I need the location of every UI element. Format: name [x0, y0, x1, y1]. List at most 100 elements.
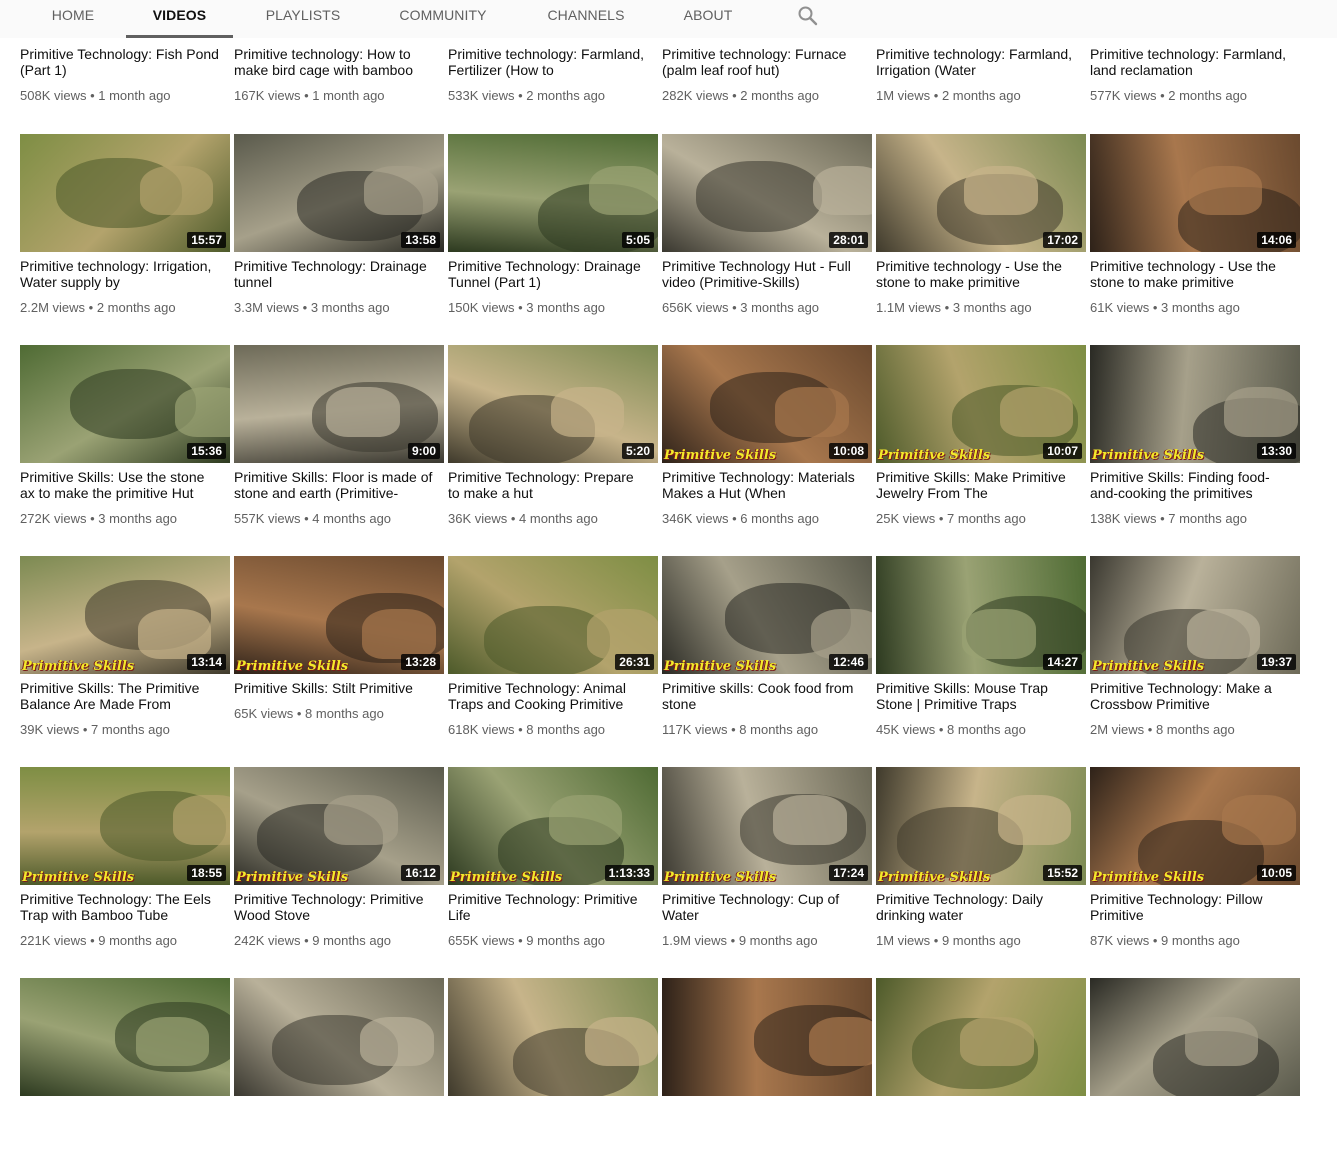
tab-home[interactable]: HOME: [44, 0, 102, 35]
video-thumbnail[interactable]: Primitive Skills 12:46: [662, 556, 872, 674]
video-card[interactable]: 15:57 Primitive technology: Irrigation, W…: [20, 134, 230, 324]
video-title[interactable]: Primitive technology: Farmland, Fertiliz…: [448, 46, 648, 78]
tab-playlists[interactable]: PLAYLISTS: [258, 0, 348, 35]
view-count: 25K views: [876, 511, 936, 526]
video-card[interactable]: Primitive Skills 10:07 Primitive Skills: M…: [876, 345, 1086, 535]
video-card[interactable]: 17:02 Primitive technology - Use the ston…: [876, 134, 1086, 324]
video-thumbnail[interactable]: Primitive Skills 10:07: [876, 345, 1086, 463]
video-title[interactable]: Primitive Skills: Floor is made of stone…: [234, 469, 434, 501]
video-title[interactable]: Primitive Technology: Daily drinking wat…: [876, 891, 1076, 923]
video-thumbnail[interactable]: 15:36: [20, 345, 230, 463]
video-card[interactable]: 13:58 Primitive Technology: Drainage tunn…: [234, 134, 444, 324]
video-title[interactable]: Primitive Technology: Cup of Water: [662, 891, 862, 923]
video-card[interactable]: 5:20 Primitive Technology: Prepare to mak…: [448, 345, 658, 535]
video-thumbnail[interactable]: 26:31: [448, 556, 658, 674]
video-title[interactable]: Primitive technology: Farmland, land rec…: [1090, 46, 1290, 78]
video-thumbnail[interactable]: 9:00: [234, 345, 444, 463]
video-card[interactable]: [1090, 978, 1300, 1168]
video-thumbnail[interactable]: Primitive Skills 18:55: [20, 767, 230, 885]
video-thumbnail[interactable]: 5:05: [448, 134, 658, 252]
video-card[interactable]: [234, 978, 444, 1168]
video-title[interactable]: Primitive Technology: Pillow Primitive: [1090, 891, 1290, 923]
tab-channels[interactable]: CHANNELS: [540, 0, 632, 35]
video-card[interactable]: Primitive Skills 13:30 Primitive Skills: F…: [1090, 345, 1300, 535]
video-thumbnail[interactable]: Primitive Skills 10:08: [662, 345, 872, 463]
video-card[interactable]: [662, 978, 872, 1168]
video-thumbnail[interactable]: 14:06: [1090, 134, 1300, 252]
video-thumbnail[interactable]: [448, 978, 658, 1096]
video-card[interactable]: 15:36 Primitive Skills: Use the stone ax …: [20, 345, 230, 535]
video-thumbnail[interactable]: [876, 978, 1086, 1096]
video-card[interactable]: Primitive Skills 12:46 Primitive skills: C…: [662, 556, 872, 746]
search-icon[interactable]: [796, 4, 820, 28]
video-thumbnail[interactable]: 14:27: [876, 556, 1086, 674]
video-thumbnail[interactable]: Primitive Skills 16:12: [234, 767, 444, 885]
video-title[interactable]: Primitive Technology: Prepare to make a …: [448, 469, 648, 501]
video-title[interactable]: Primitive technology: How to make bird c…: [234, 46, 434, 78]
tab-community[interactable]: COMMUNITY: [393, 0, 493, 35]
video-thumbnail[interactable]: 13:58: [234, 134, 444, 252]
video-title[interactable]: Primitive Skills: Mouse Trap Stone | Pri…: [876, 680, 1076, 712]
video-card[interactable]: 5:05 Primitive Technology: Drainage Tunne…: [448, 134, 658, 324]
video-thumbnail[interactable]: 17:02: [876, 134, 1086, 252]
video-thumbnail[interactable]: Primitive Skills 13:28: [234, 556, 444, 674]
video-card[interactable]: Primitive Skills 10:05 Primitive Technolog…: [1090, 767, 1300, 957]
video-card[interactable]: 28:01 Primitive Technology Hut - Full vid…: [662, 134, 872, 324]
video-title[interactable]: Primitive Technology: Primitive Life: [448, 891, 648, 923]
video-title[interactable]: Primitive Skills: The Primitive Balance …: [20, 680, 220, 712]
video-title[interactable]: Primitive Skills: Stilt Primitive: [234, 680, 434, 696]
video-card[interactable]: [876, 978, 1086, 1168]
video-title[interactable]: Primitive Technology Hut - Full video (P…: [662, 258, 862, 290]
video-card[interactable]: Primitive Skills 15:52 Primitive Technolog…: [876, 767, 1086, 957]
video-card[interactable]: Primitive Skills 19:37 Primitive Technolog…: [1090, 556, 1300, 746]
video-title[interactable]: Primitive Skills: Finding food-and-cooki…: [1090, 469, 1290, 501]
video-thumbnail[interactable]: Primitive Skills 19:37: [1090, 556, 1300, 674]
video-title[interactable]: Primitive Technology: Animal Traps and C…: [448, 680, 648, 712]
video-title[interactable]: Primitive technology: Irrigation, Water …: [20, 258, 220, 290]
upload-age: 8 months ago: [526, 722, 606, 737]
video-card[interactable]: 9:00 Primitive Skills: Floor is made of s…: [234, 345, 444, 535]
video-thumbnail[interactable]: [662, 978, 872, 1096]
video-card[interactable]: Primitive Skills 10:08 Primitive Technolog…: [662, 345, 872, 535]
video-title[interactable]: Primitive Technology: Materials Makes a …: [662, 469, 862, 501]
video-card[interactable]: [20, 978, 230, 1168]
video-card[interactable]: Primitive Skills 16:12 Primitive Technolog…: [234, 767, 444, 957]
video-thumbnail[interactable]: Primitive Skills 1:13:33: [448, 767, 658, 885]
video-title[interactable]: Primitive Technology: Fish Pond (Part 1): [20, 46, 220, 78]
video-title[interactable]: Primitive technology: Furnace (palm leaf…: [662, 46, 862, 78]
video-title[interactable]: Primitive technology - Use the stone to …: [876, 258, 1076, 290]
video-thumbnail[interactable]: [234, 978, 444, 1096]
video-title[interactable]: Primitive technology: Farmland, Irrigati…: [876, 46, 1076, 78]
video-thumbnail[interactable]: Primitive Skills 10:05: [1090, 767, 1300, 885]
video-card[interactable]: Primitive Skills 17:24 Primitive Technolog…: [662, 767, 872, 957]
video-card[interactable]: Primitive Skills 1:13:33 Primitive Technol…: [448, 767, 658, 957]
video-card[interactable]: 14:06 Primitive technology - Use the ston…: [1090, 134, 1300, 324]
video-thumbnail[interactable]: 28:01: [662, 134, 872, 252]
video-card[interactable]: Primitive Skills 18:55 Primitive Technolog…: [20, 767, 230, 957]
video-title[interactable]: Primitive Technology: The Eels Trap with…: [20, 891, 220, 923]
video-card[interactable]: 26:31 Primitive Technology: Animal Traps …: [448, 556, 658, 746]
video-card[interactable]: Primitive Skills 13:28 Primitive Skills: S…: [234, 556, 444, 746]
video-thumbnail[interactable]: [1090, 978, 1300, 1096]
video-thumbnail[interactable]: Primitive Skills 13:14: [20, 556, 230, 674]
video-card[interactable]: 14:27 Primitive Skills: Mouse Trap Stone …: [876, 556, 1086, 746]
video-thumbnail[interactable]: Primitive Skills 13:30: [1090, 345, 1300, 463]
video-title[interactable]: Primitive Technology: Make a Crossbow Pr…: [1090, 680, 1290, 712]
video-card[interactable]: [448, 978, 658, 1168]
video-thumbnail[interactable]: 15:57: [20, 134, 230, 252]
tab-videos[interactable]: VIDEOS: [126, 0, 233, 38]
video-thumbnail[interactable]: Primitive Skills 17:24: [662, 767, 872, 885]
video-card[interactable]: Primitive Skills 13:14 Primitive Skills: T…: [20, 556, 230, 746]
video-thumbnail[interactable]: Primitive Skills 15:52: [876, 767, 1086, 885]
video-title[interactable]: Primitive technology - Use the stone to …: [1090, 258, 1290, 290]
tab-about[interactable]: ABOUT: [677, 0, 739, 35]
video-title[interactable]: Primitive Skills: Make Primitive Jewelry…: [876, 469, 1076, 501]
video-title[interactable]: Primitive Technology: Primitive Wood Sto…: [234, 891, 434, 923]
video-thumbnail[interactable]: [20, 978, 230, 1096]
video-title[interactable]: Primitive skills: Cook food from stone: [662, 680, 862, 712]
video-title[interactable]: Primitive Skills: Use the stone ax to ma…: [20, 469, 220, 501]
video-title[interactable]: Primitive Technology: Drainage Tunnel (P…: [448, 258, 648, 290]
video-thumbnail[interactable]: 5:20: [448, 345, 658, 463]
video-title[interactable]: Primitive Technology: Drainage tunnel: [234, 258, 434, 290]
upload-age: 1 month ago: [312, 88, 385, 103]
